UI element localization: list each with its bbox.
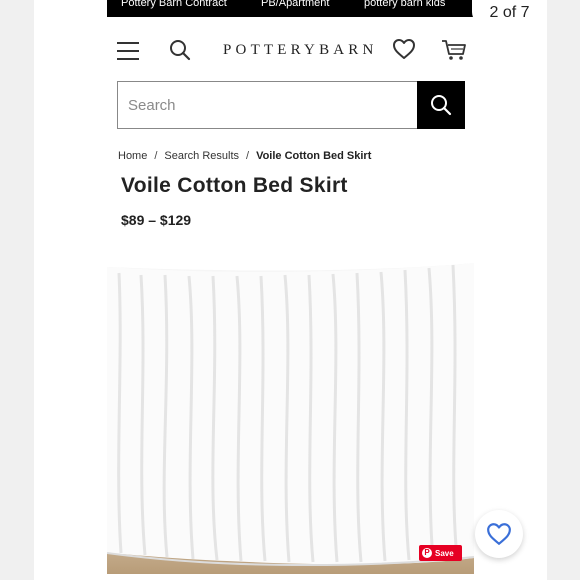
listing-screen: Pottery Barn Contract PB/Apartment potte…	[0, 0, 580, 580]
breadcrumb-home[interactable]: Home	[118, 150, 147, 162]
favorite-button[interactable]	[475, 510, 523, 558]
breadcrumb: Home / Search Results / Voile Cotton Bed Ski…	[118, 150, 371, 162]
breadcrumb-separator: /	[246, 150, 250, 162]
breadcrumb-search-results[interactable]: Search Results	[164, 150, 239, 162]
pinterest-save-button[interactable]: P Save	[419, 545, 462, 561]
top-link-apartment[interactable]: PB/Apartment	[261, 0, 329, 9]
top-link-kids[interactable]: pottery barn kids	[364, 0, 445, 9]
heart-outline-icon	[487, 523, 511, 545]
product-title: Voile Cotton Bed Skirt	[121, 174, 348, 197]
product-image[interactable]	[107, 243, 474, 574]
cart-icon[interactable]	[441, 38, 467, 62]
search-icon	[431, 95, 452, 116]
bottom-strip	[34, 574, 547, 580]
image-counter: 2 of 7	[472, 0, 547, 26]
save-label: Save	[435, 548, 454, 558]
breadcrumb-separator: /	[154, 150, 158, 162]
pinterest-icon: P	[422, 548, 432, 558]
brand-logo[interactable]: POTTERYBARN	[223, 42, 378, 59]
hamburger-icon[interactable]	[117, 42, 139, 60]
top-links-bar: Pottery Barn Contract PB/Apartment potte…	[107, 0, 474, 17]
top-link-contract[interactable]: Pottery Barn Contract	[121, 0, 227, 9]
right-margin	[547, 0, 580, 580]
search-icon[interactable]	[168, 38, 192, 62]
product-price: $89 – $129	[121, 212, 192, 228]
left-margin	[0, 0, 34, 580]
search-bar	[117, 81, 465, 129]
bed-skirt-photo	[107, 243, 474, 574]
site-header: POTTERYBARN	[107, 17, 474, 79]
search-submit-button[interactable]	[417, 81, 465, 129]
search-input[interactable]	[118, 82, 417, 128]
breadcrumb-current: Voile Cotton Bed Skirt	[256, 150, 372, 162]
heart-icon[interactable]	[392, 38, 416, 60]
